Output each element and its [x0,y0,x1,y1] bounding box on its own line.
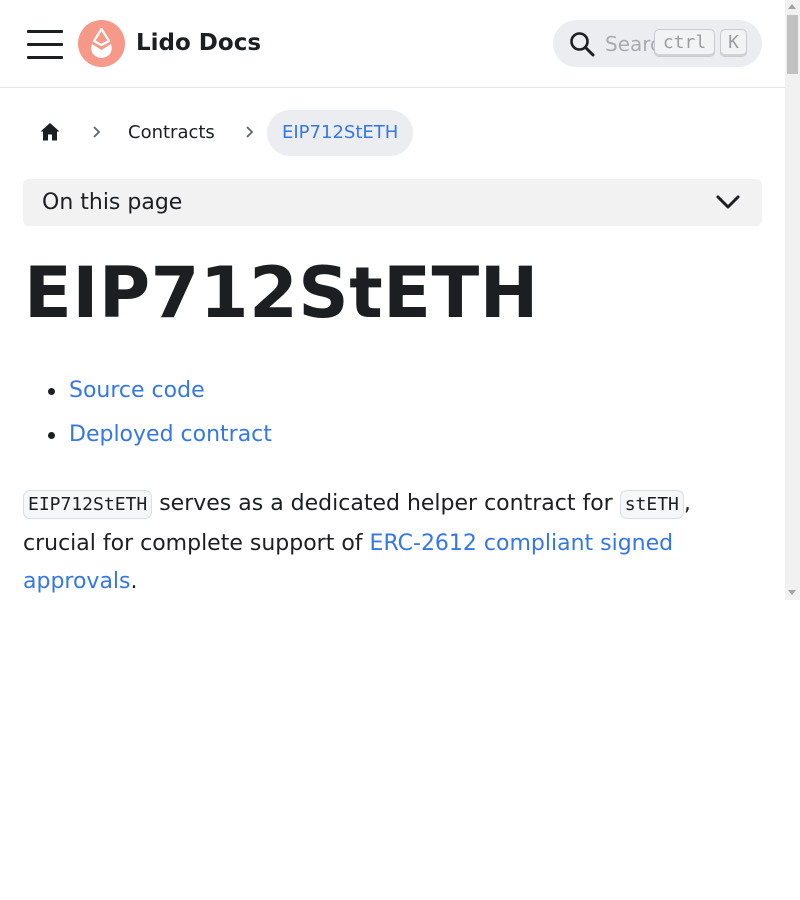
scroll-thumb[interactable] [787,15,798,74]
toc-dropdown[interactable]: On this page [23,179,762,226]
description-paragraph: EIP712StETH serves as a dedicated helper… [23,485,763,600]
deployed-contract-link[interactable]: Deployed contract [69,421,272,449]
toc-label: On this page [42,190,183,215]
browser-viewport: Lido Docs Search ctrl K Contracts EIP712… [0,0,800,600]
bullet [48,388,55,395]
page-title: EIP712StETH [24,252,539,334]
search-bar[interactable]: Search ctrl K [553,20,762,67]
kbd-ctrl: ctrl [654,29,715,57]
brand-title[interactable]: Lido Docs [136,28,261,58]
navbar: Lido Docs Search ctrl K [0,0,785,88]
lido-logo-icon[interactable] [78,20,125,67]
search-icon [570,32,595,57]
chevron-down-icon [716,195,740,209]
scrollbar[interactable] [785,0,800,600]
source-code-link[interactable]: Source code [69,377,205,405]
scroll-up-arrow-icon[interactable] [788,4,796,9]
inline-code-eip712steth: EIP712StETH [23,490,153,519]
chevron-right-icon [93,126,101,138]
bullet [48,432,55,439]
kbd-k: K [720,29,747,57]
paragraph-text: . [130,569,138,594]
inline-code-steth: stETH [619,490,684,519]
chevron-right-icon [246,126,254,138]
scroll-down-arrow-icon[interactable] [788,590,796,595]
menu-icon[interactable] [27,29,63,59]
breadcrumb-current: EIP712StETH [267,110,414,156]
paragraph-text: serves as a dedicated helper contract fo… [152,491,620,516]
breadcrumb-contracts[interactable]: Contracts [128,121,215,145]
home-icon[interactable] [38,120,62,144]
